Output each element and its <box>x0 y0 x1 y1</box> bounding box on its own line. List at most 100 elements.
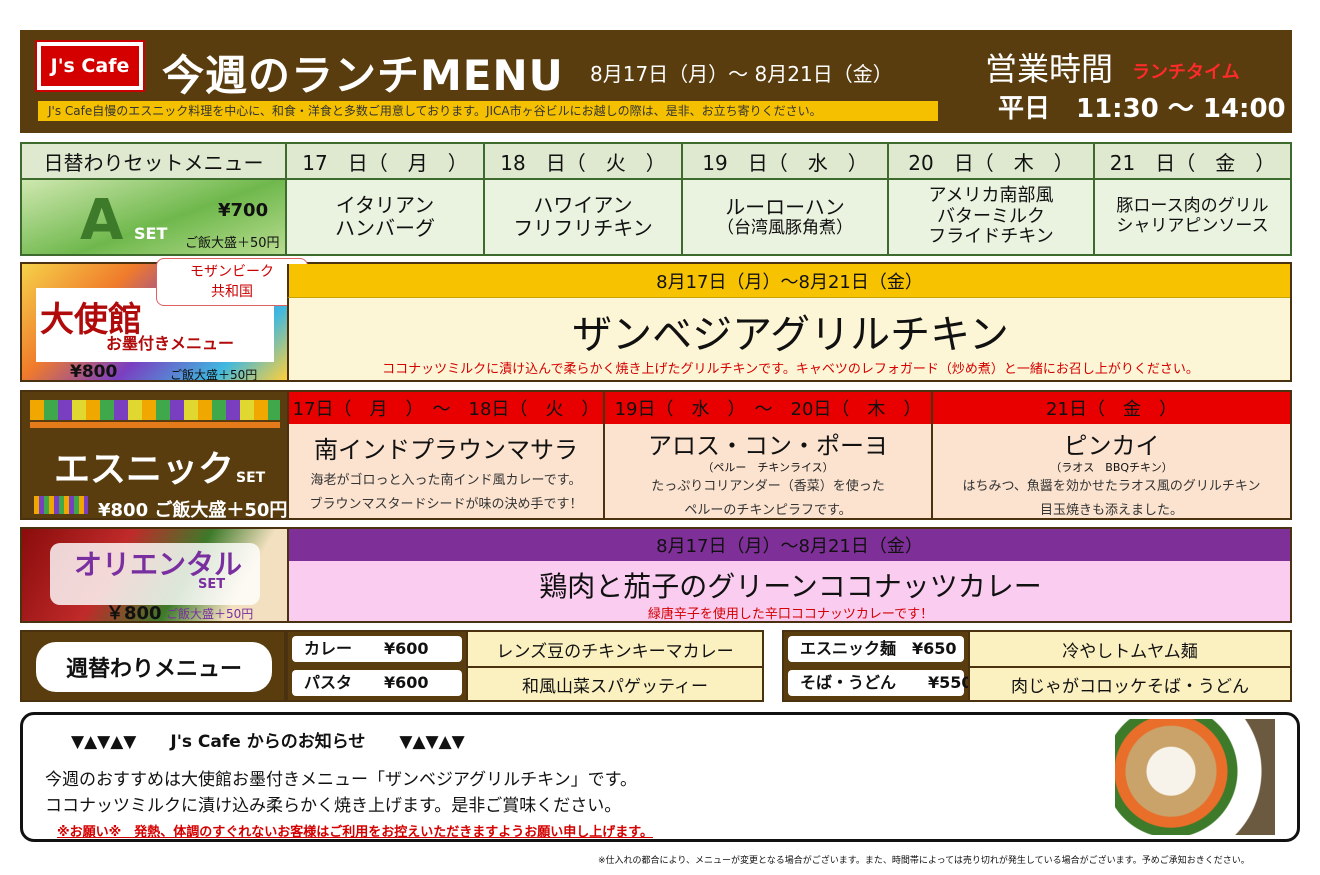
embassy-rice-note: ご飯大盛＋50円 <box>170 368 258 382</box>
ethnic-item: 南インドプラウンマサラ 海老がゴロっと入った南インド風カレーです。 ブラウンマス… <box>287 424 603 518</box>
weekly-row: エスニック麺 ¥650 冷やしトムヤム麺 <box>784 632 1290 666</box>
footnote: ※仕入れの都合により、メニューが変更となる場合がございます。また、時間帯によって… <box>598 856 1250 866</box>
weekly-title: 週替わりメニュー <box>36 642 272 692</box>
ethnic-dish: 南インドプラウンマサラ <box>314 436 578 464</box>
set-a-rice-note: ご飯大盛＋50円 <box>185 236 280 251</box>
oriental-label: オリエンタル SET ￥800 ご飯大盛＋50円 <box>22 529 287 624</box>
weekly-box: エスニック麺 ¥650 冷やしトムヤム麺 そば・うどん ¥550 肉じゃがコロッ… <box>782 630 1292 702</box>
item-line: フライドチキン <box>928 226 1054 248</box>
ethnic-item: ピンカイ （ラオス BBQチキン） はちみつ、魚醤を効かせたラオス風のグリルチキ… <box>931 424 1290 518</box>
country-line: モザンビーク <box>190 264 274 280</box>
set-a-item: イタリアン ハンバーグ <box>287 180 485 254</box>
item-line: ハワイアン <box>533 193 633 217</box>
set-a-item: ルーローハン （台湾風豚角煮） <box>683 180 889 254</box>
divider <box>30 422 280 428</box>
set-a-item: アメリカ南部風 バターミルク フライドチキン <box>889 180 1095 254</box>
ethnic-period-header: 21日（ 金 ） <box>931 392 1290 424</box>
ethnic-desc: ブラウンマスタードシードが味の決め手です！ <box>309 497 583 512</box>
embassy-menu: 大使館 お墨付きメニュー ¥800 ご飯大盛＋50円 モザンビーク 共和国 8月… <box>20 258 1292 382</box>
notice-title: ▼▲▼▲▼ J's Cafe からのお知らせ ▼▲▼▲▼ <box>71 732 465 752</box>
weekly-row: パスタ ¥600 和風山菜スパゲッティー <box>288 666 762 700</box>
weekly-row-item: 肉じゃがコロッケそば・うどん <box>968 666 1290 700</box>
weekly-row-label: そば・うどん ¥550 <box>788 670 973 696</box>
day-header: 17 日（ 月 ） <box>287 144 485 180</box>
weekly-row-item: 冷やしトムヤム麺 <box>968 632 1290 666</box>
embassy-price: ¥800 <box>70 362 118 382</box>
ethnic-price: ¥800 ご飯大盛＋50円 <box>98 500 288 521</box>
embassy-body: ザンベジアグリルチキン ココナッツミルクに漬け込んで柔らかく焼き上げたグリルチキ… <box>287 298 1290 380</box>
week-range: 8月17日（月）～ 8月21日（金） <box>590 62 893 86</box>
item-line: ハンバーグ <box>335 216 435 240</box>
ethnic-note: （ペルー チキンライス） <box>702 461 834 474</box>
day-header: 19 日（ 水 ） <box>683 144 889 180</box>
item-line: イタリアン <box>335 193 435 217</box>
day-header: 18 日（ 火 ） <box>485 144 683 180</box>
ethnic-set: エスニック SET ¥800 ご飯大盛＋50円 17日（ 月 ） ～ 18日（ … <box>20 390 1292 521</box>
day-header: 21 日（ 金 ） <box>1095 144 1290 180</box>
ethnic-label: エスニック SET ¥800 ご飯大盛＋50円 <box>22 392 287 521</box>
hours-sublabel: ランチタイム <box>1132 62 1240 83</box>
ethnic-period-header: 17日（ 月 ） ～ 18日（ 火 ） <box>287 392 603 424</box>
set-a-word: SET <box>134 224 168 243</box>
set-a-item: 豚ロース肉のグリル シャリアピンソース <box>1095 180 1290 254</box>
oriental-description: 緑唐辛子を使用した辛口ココナッツカレーです！ <box>647 607 934 622</box>
set-a-letter: A <box>80 188 124 253</box>
ethnic-item: アロス・コン・ポーヨ （ペルー チキンライス） たっぷりコリアンダー（香菜）を使… <box>603 424 931 518</box>
embassy-subtitle: お墨付きメニュー <box>106 334 235 353</box>
embassy-date: 8月17日（月）～8月21日（金） <box>287 264 1290 298</box>
logo-text: J's Cafe <box>41 46 139 86</box>
country-line: 共和国 <box>211 284 253 300</box>
item-line: アメリカ南部風 <box>928 184 1054 206</box>
notice-line: 今週のおすすめは大使館お墨付きメニュー「ザンベジアグリルチキン」です。 <box>45 770 637 790</box>
dish-photo <box>1115 719 1275 835</box>
weekly-row-label: カレー ¥600 <box>292 636 462 662</box>
weekly-row-label: エスニック麺 ¥650 <box>788 636 964 662</box>
item-line: シャリアピンソース <box>1116 216 1269 236</box>
intro-text: J's Cafe自慢のエスニック料理を中心に、和食・洋食と多数ご用意しております… <box>38 101 938 121</box>
country-badge: モザンビーク 共和国 <box>156 258 308 306</box>
ethnic-desc: はちみつ、魚醤を効かせたラオス風のグリルチキン <box>962 479 1261 494</box>
ethnic-dish: アロス・コン・ポーヨ <box>648 432 888 460</box>
oriental-rice-note: ご飯大盛＋50円 <box>166 607 254 621</box>
triangle-pattern <box>30 400 280 420</box>
item-line: バターミルク <box>937 205 1045 227</box>
item-line: フリフリチキン <box>513 216 653 240</box>
ethnic-desc: ペルーのチキンピラフです。 <box>684 503 852 518</box>
oriental-price: ￥800 <box>106 603 162 624</box>
weekly-row-label: パスタ ¥600 <box>292 670 462 696</box>
cafe-logo: J's Cafe <box>35 40 145 92</box>
oriental-set-word: SET <box>198 577 226 592</box>
ethnic-desc: 目玉焼きも添えました。 <box>1039 503 1183 518</box>
oriental-set: オリエンタル SET ￥800 ご飯大盛＋50円 8月17日（月）～8月21日（… <box>20 527 1292 624</box>
weekly-row-item: 和風山菜スパゲッティー <box>466 666 762 700</box>
weekly-row: そば・うどん ¥550 肉じゃがコロッケそば・うどん <box>784 666 1290 700</box>
ethnic-period-header: 19日（ 水 ） ～ 20日（ 木 ） <box>603 392 931 424</box>
ethnic-note: （ラオス BBQチキン） <box>1050 461 1173 474</box>
hours-time: 平日 11:30 〜 14:00 <box>998 94 1286 124</box>
daily-set-header: 日替わりセットメニュー <box>22 144 287 180</box>
daily-set-table: 日替わりセットメニュー 17 日（ 月 ） 18 日（ 火 ） 19 日（ 水 … <box>20 142 1292 256</box>
set-a-label: A SET ¥700 ご飯大盛＋50円 <box>22 180 287 254</box>
notice-line: ココナッツミルクに漬け込み柔らかく焼き上げます。是非ご賞味ください。 <box>45 796 622 816</box>
item-line: （台湾風豚角煮） <box>717 217 853 238</box>
header-banner: J's Cafe 今週のランチMENU 8月17日（月）～ 8月21日（金） 営… <box>20 30 1292 133</box>
ethnic-dish: ピンカイ <box>1063 432 1160 460</box>
stripe-pattern <box>34 496 88 514</box>
notice-box: ▼▲▼▲▼ J's Cafe からのお知らせ ▼▲▼▲▼ 今週のおすすめは大使館… <box>20 712 1300 842</box>
notice-warning: ※お願い※ 発熱、体調のすぐれないお客様はご利用をお控えいただきますようお願い申… <box>57 825 653 840</box>
ethnic-desc: たっぷりコリアンダー（香菜）を使った <box>651 479 885 494</box>
item-line: 豚ロース肉のグリル <box>1116 196 1269 217</box>
oriental-body: 鶏肉と茄子のグリーンココナッツカレー 緑唐辛子を使用した辛口ココナッツカレーです… <box>287 561 1290 622</box>
weekly-row-item: レンズ豆のチキンキーマカレー <box>466 632 762 666</box>
oriental-dish: 鶏肉と茄子のグリーンココナッツカレー <box>539 570 1042 603</box>
weekly-label: 週替わりメニュー <box>20 630 286 702</box>
weekly-row: カレー ¥600 レンズ豆のチキンキーマカレー <box>288 632 762 666</box>
weekly-menu: 週替わりメニュー カレー ¥600 レンズ豆のチキンキーマカレー パスタ ¥60… <box>20 630 1292 702</box>
embassy-dish: ザンベジアグリルチキン <box>572 312 1009 358</box>
weekly-box: カレー ¥600 レンズ豆のチキンキーマカレー パスタ ¥600 和風山菜スパゲ… <box>286 630 764 702</box>
ethnic-set-word: SET <box>236 470 266 486</box>
ethnic-title: エスニック <box>54 449 235 490</box>
day-header: 20 日（ 木 ） <box>889 144 1095 180</box>
hours-label: 営業時間 <box>985 50 1114 88</box>
page-title: 今週のランチMENU <box>162 51 564 100</box>
